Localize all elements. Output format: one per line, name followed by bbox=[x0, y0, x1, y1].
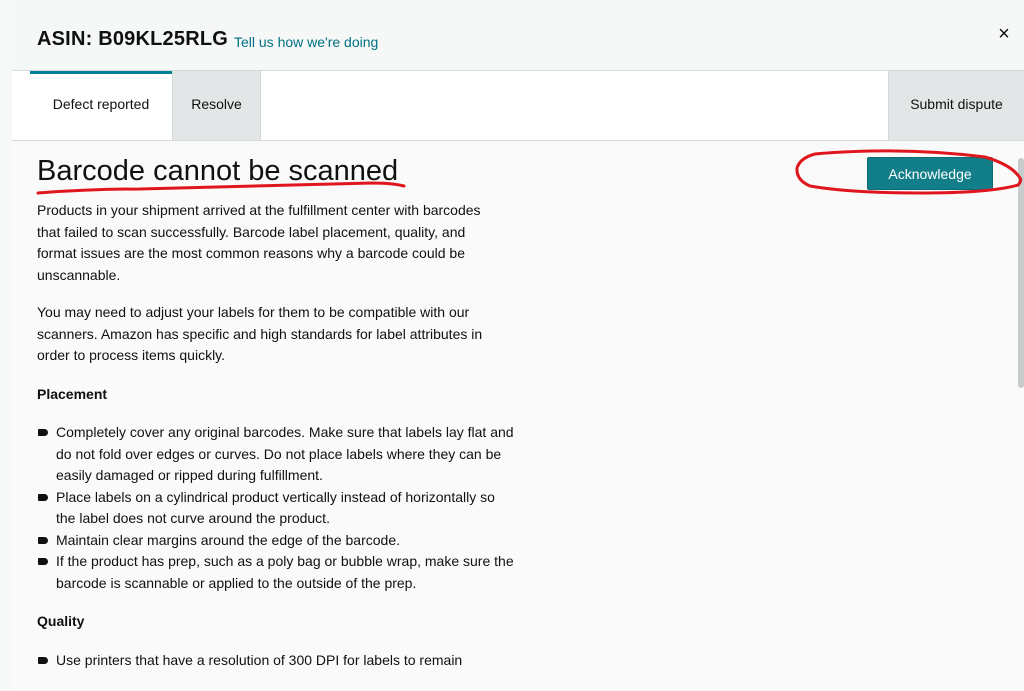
tab-resolve[interactable]: Resolve bbox=[172, 71, 261, 140]
list-item: Maintain clear margins around the edge o… bbox=[37, 530, 517, 552]
bullet-icon bbox=[38, 536, 48, 544]
quality-list: Use printers that have a resolution of 3… bbox=[37, 650, 517, 672]
defect-modal: ASIN: B09KL25RLG Tell us how we're doing… bbox=[12, 0, 1024, 691]
page-title: Barcode cannot be scanned bbox=[37, 155, 399, 187]
list-item: If the product has prep, such as a poly … bbox=[37, 551, 517, 594]
placement-heading: Placement bbox=[37, 386, 108, 402]
list-item-text: Completely cover any original barcodes. … bbox=[56, 424, 514, 483]
intro-paragraph: Products in your shipment arrived at the… bbox=[37, 202, 481, 283]
list-item-text: Maintain clear margins around the edge o… bbox=[56, 531, 400, 548]
labels-paragraph: You may need to adjust your labels for t… bbox=[37, 304, 483, 363]
tab-bar: Defect reported Resolve Submit dispute bbox=[12, 71, 1024, 141]
list-item-text: If the product has prep, such as a poly … bbox=[56, 553, 514, 591]
quality-heading: Quality bbox=[37, 613, 85, 629]
page-background-edge bbox=[0, 0, 12, 691]
bullet-icon bbox=[38, 558, 48, 565]
tab-defect-reported[interactable]: Defect reported bbox=[30, 71, 172, 140]
bullet-icon bbox=[38, 429, 48, 436]
placement-list: Completely cover any original barcodes. … bbox=[37, 422, 517, 594]
feedback-link[interactable]: Tell us how we're doing bbox=[234, 34, 378, 50]
list-item: Completely cover any original barcodes. … bbox=[37, 422, 517, 487]
tab-submit-dispute[interactable]: Submit dispute bbox=[888, 71, 1024, 140]
bullet-icon bbox=[38, 657, 48, 664]
list-item-text: Place labels on a cylindrical product ve… bbox=[56, 488, 495, 527]
list-item: Use printers that have a resolution of 3… bbox=[37, 650, 517, 672]
close-icon[interactable]: × bbox=[992, 22, 1016, 46]
list-item-text: Use printers that have a resolution of 3… bbox=[56, 652, 463, 668]
asin-title: ASIN: B09KL25RLG bbox=[37, 28, 229, 50]
defect-details-panel: Barcode cannot be scanned Acknowledge Pr… bbox=[12, 141, 1024, 691]
acknowledge-button[interactable]: Acknowledge bbox=[867, 157, 993, 190]
scrollbar[interactable] bbox=[1018, 158, 1024, 388]
list-item: Place labels on a cylindrical product ve… bbox=[37, 487, 517, 530]
modal-header: ASIN: B09KL25RLG Tell us how we're doing… bbox=[12, 0, 1024, 71]
bullet-icon bbox=[38, 493, 48, 501]
